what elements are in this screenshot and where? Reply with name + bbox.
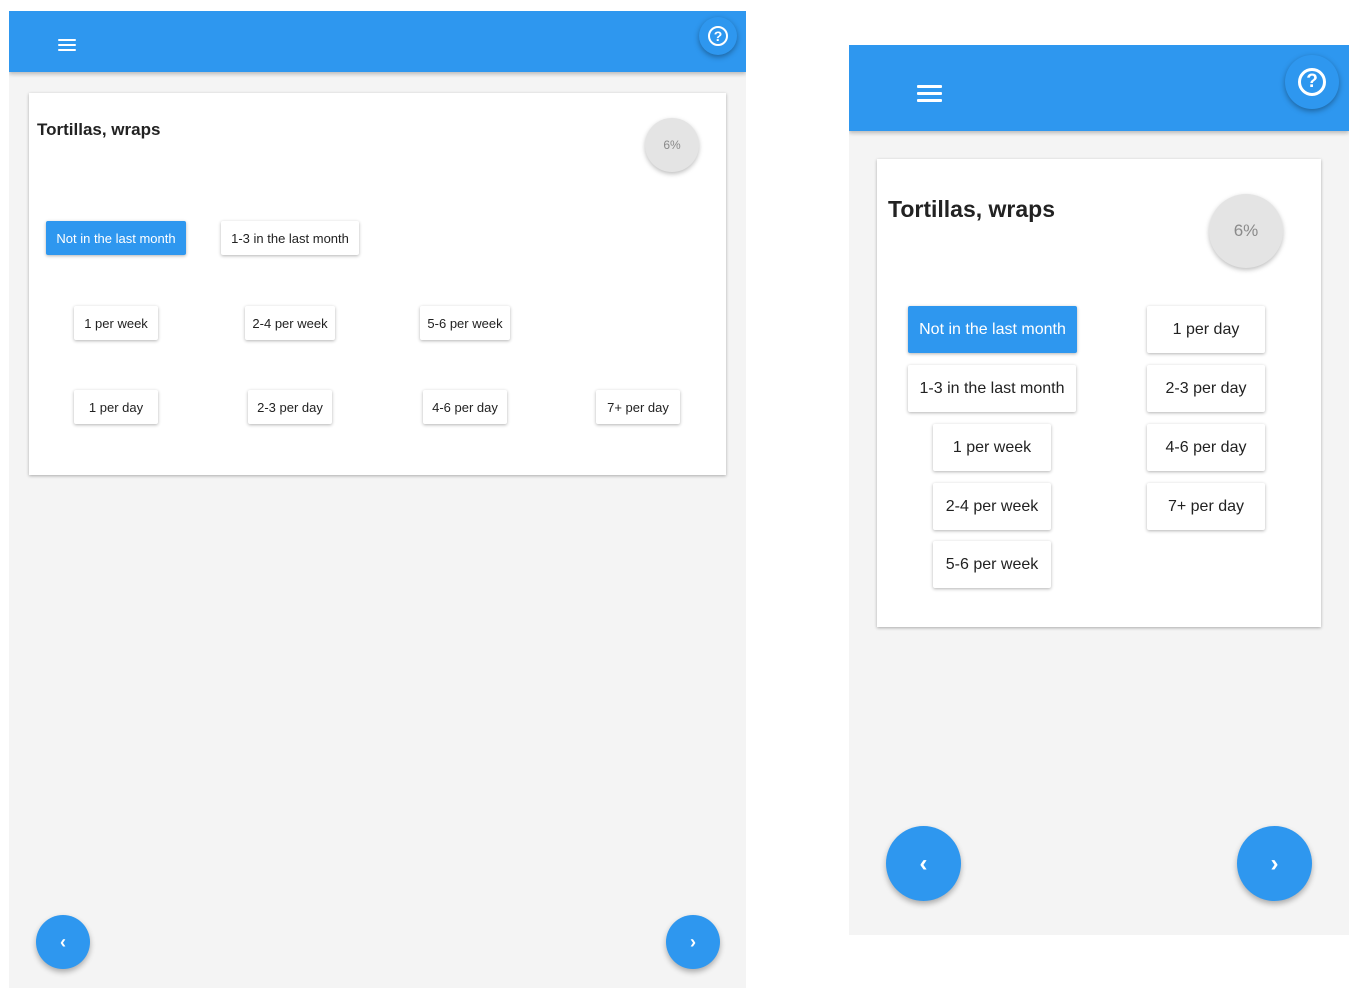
chevron-right-icon: › bbox=[690, 931, 696, 952]
option-7-plus-per-day[interactable]: 7+ per day bbox=[596, 390, 680, 424]
option-5-6-per-week[interactable]: 5-6 per week bbox=[933, 541, 1051, 588]
option-2-3-per-day[interactable]: 2-3 per day bbox=[1147, 365, 1265, 412]
progress-badge: 6% bbox=[645, 118, 699, 172]
option-2-4-per-week[interactable]: 2-4 per week bbox=[245, 306, 335, 340]
option-4-6-per-day[interactable]: 4-6 per day bbox=[423, 390, 507, 424]
chevron-left-icon: ‹ bbox=[60, 931, 66, 952]
next-button[interactable]: › bbox=[666, 915, 720, 969]
hamburger-menu-icon[interactable] bbox=[917, 85, 942, 103]
progress-badge: 6% bbox=[1209, 194, 1283, 268]
question-card: Tortillas, wraps 6% Not in the last mont… bbox=[29, 93, 726, 475]
app-bar: ? bbox=[9, 11, 746, 72]
option-1-per-week[interactable]: 1 per week bbox=[933, 424, 1051, 471]
option-1-per-day[interactable]: 1 per day bbox=[1147, 306, 1265, 353]
option-2-3-per-day[interactable]: 2-3 per day bbox=[248, 390, 332, 424]
screen-wide: ? Tortillas, wraps 6% Not in the last mo… bbox=[9, 11, 746, 988]
option-1-per-day[interactable]: 1 per day bbox=[74, 390, 158, 424]
previous-button[interactable]: ‹ bbox=[36, 915, 90, 969]
option-not-in-last-month[interactable]: Not in the last month bbox=[908, 306, 1077, 353]
screen-narrow: ? Tortillas, wraps 6% Not in the last mo… bbox=[849, 45, 1349, 935]
option-1-per-week[interactable]: 1 per week bbox=[74, 306, 158, 340]
food-title: Tortillas, wraps bbox=[888, 196, 1056, 222]
option-1-3-in-last-month[interactable]: 1-3 in the last month bbox=[908, 365, 1076, 412]
option-2-4-per-week[interactable]: 2-4 per week bbox=[933, 483, 1051, 530]
help-button[interactable]: ? bbox=[699, 17, 737, 55]
app-bar: ? bbox=[849, 45, 1349, 131]
option-4-6-per-day[interactable]: 4-6 per day bbox=[1147, 424, 1265, 471]
chevron-left-icon: ‹ bbox=[919, 849, 928, 877]
option-7-plus-per-day[interactable]: 7+ per day bbox=[1147, 483, 1265, 530]
help-button[interactable]: ? bbox=[1285, 55, 1339, 109]
option-5-6-per-week[interactable]: 5-6 per week bbox=[420, 306, 510, 340]
food-title: Tortillas, wraps bbox=[37, 120, 161, 139]
hamburger-menu-icon[interactable] bbox=[58, 39, 76, 53]
option-1-3-in-last-month[interactable]: 1-3 in the last month bbox=[221, 221, 359, 255]
help-question-icon: ? bbox=[708, 26, 728, 46]
option-not-in-last-month[interactable]: Not in the last month bbox=[46, 221, 186, 255]
question-card: Tortillas, wraps 6% Not in the last mont… bbox=[877, 159, 1321, 627]
next-button[interactable]: › bbox=[1237, 826, 1312, 901]
help-question-icon: ? bbox=[1298, 68, 1326, 96]
previous-button[interactable]: ‹ bbox=[886, 826, 961, 901]
chevron-right-icon: › bbox=[1270, 849, 1279, 877]
